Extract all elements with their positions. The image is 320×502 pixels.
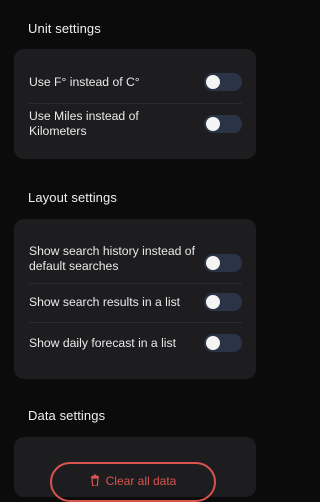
setting-row-use-fahrenheit[interactable]: Use F° instead of C° <box>29 73 242 91</box>
setting-row-use-miles[interactable]: Use Miles instead of Kilometers <box>29 109 242 138</box>
setting-label: Show search results in a list <box>29 294 181 309</box>
setting-row-daily-forecast-list[interactable]: Show daily forecast in a list <box>29 334 242 352</box>
divider <box>29 322 242 323</box>
status-bar <box>0 0 270 12</box>
divider <box>29 283 242 284</box>
toggle-knob <box>206 256 220 270</box>
setting-row-search-history[interactable]: Show search history instead of default s… <box>29 244 242 274</box>
daily-forecast-list-toggle[interactable] <box>204 334 242 352</box>
setting-label: Show daily forecast in a list <box>29 335 176 350</box>
setting-row-search-results-list[interactable]: Show search results in a list <box>29 293 242 311</box>
toggle-knob <box>206 295 220 309</box>
unit-settings-card: Use F° instead of C° Use Miles instead o… <box>14 49 256 159</box>
clear-all-data-label: Clear all data <box>105 474 177 488</box>
divider <box>29 103 242 104</box>
search-results-list-toggle[interactable] <box>204 293 242 311</box>
setting-label: Show search history instead of default s… <box>29 244 195 273</box>
toggle-knob <box>206 336 220 350</box>
use-fahrenheit-toggle[interactable] <box>204 73 242 91</box>
section-title-data: Data settings <box>28 408 106 423</box>
setting-label: Use Miles instead of Kilometers <box>29 109 139 138</box>
toggle-knob <box>206 117 220 131</box>
use-miles-toggle[interactable] <box>204 115 242 133</box>
section-title-layout: Layout settings <box>28 190 117 205</box>
setting-label: Use F° instead of C° <box>29 74 140 89</box>
section-title-unit: Unit settings <box>28 21 101 36</box>
toggle-knob <box>206 75 220 89</box>
clear-all-data-button[interactable]: Clear all data <box>50 462 216 502</box>
trash-icon <box>90 474 99 486</box>
layout-settings-card: Show search history instead of default s… <box>14 219 256 379</box>
search-history-toggle[interactable] <box>204 254 242 272</box>
